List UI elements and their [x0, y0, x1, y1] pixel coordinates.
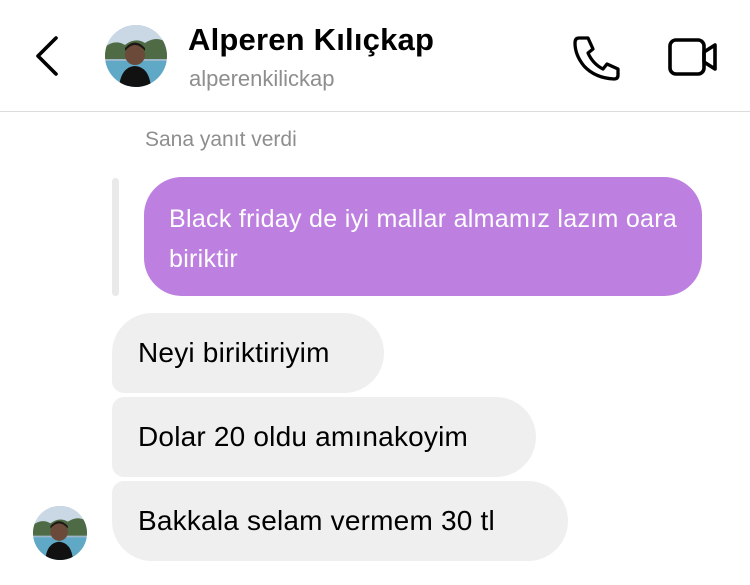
conversation-username: alperenkilickap	[189, 66, 335, 91]
profile-photo-icon	[33, 506, 87, 560]
audio-call-button[interactable]	[568, 32, 624, 82]
sender-avatar[interactable]	[33, 506, 87, 560]
phone-icon	[573, 36, 620, 81]
conversation-title[interactable]: Alperen Kılıçkap	[188, 22, 434, 58]
avatar[interactable]	[105, 25, 167, 87]
video-camera-icon	[668, 38, 717, 76]
message-bubble[interactable]: Dolar 20 oldu amınakoyim	[112, 397, 536, 477]
message-bubble[interactable]: Neyi biriktiriyim	[112, 313, 384, 393]
chat-header: Alperen Kılıçkap alperenkilickap	[0, 0, 750, 112]
reply-caption: Sana yanıt verdi	[145, 128, 297, 151]
message-bubble[interactable]: Bakkala selam vermem 30 tl	[112, 481, 568, 561]
reply-indicator-bar	[112, 178, 119, 296]
quoted-message-bubble[interactable]: Black friday de iyi mallar almamız lazım…	[144, 177, 702, 296]
video-call-button[interactable]	[665, 34, 721, 80]
back-button[interactable]	[26, 30, 70, 82]
profile-photo-icon	[105, 25, 167, 87]
chevron-left-icon	[36, 36, 58, 76]
